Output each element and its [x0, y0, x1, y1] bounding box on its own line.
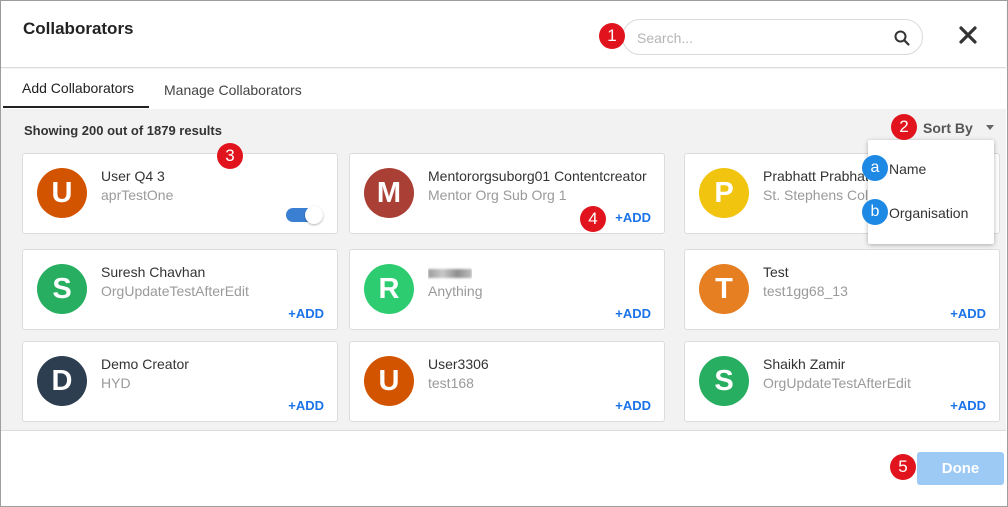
modal-title: Collaborators	[23, 19, 134, 38]
avatar: R	[364, 264, 414, 314]
toggle-knob	[305, 206, 323, 224]
collaborator-card[interactable]: M Mentororgsuborg01 Contentcreator Mento…	[349, 153, 665, 234]
collaborator-org: OrgUpdateTestAfterEdit	[101, 283, 249, 299]
sort-option-name[interactable]: Name	[889, 161, 926, 177]
collaborator-card[interactable]: T Test test1gg68_13 +ADD	[684, 249, 1000, 330]
search-icon[interactable]	[893, 29, 911, 47]
tab-bar: Add Collaborators Manage Collaborators	[1, 69, 1006, 109]
collaborator-org: OrgUpdateTestAfterEdit	[763, 375, 911, 391]
search-box[interactable]	[622, 19, 923, 55]
done-button[interactable]: Done	[917, 452, 1004, 485]
collaborator-org: Mentor Org Sub Org 1	[428, 187, 567, 203]
close-icon[interactable]	[956, 23, 980, 47]
avatar: U	[364, 356, 414, 406]
modal-header: Collaborators	[1, 1, 1006, 68]
annotation-marker-3: 3	[217, 143, 243, 169]
collaborator-card[interactable]: S Shaikh Zamir OrgUpdateTestAfterEdit +A…	[684, 341, 1000, 422]
collaborator-name: Suresh Chavhan	[101, 264, 206, 280]
add-collaborator-button[interactable]: +ADD	[615, 210, 651, 225]
collaborator-card[interactable]: R Anything +ADD	[349, 249, 665, 330]
collaborator-org: HYD	[101, 375, 131, 391]
collaborator-name: User Q4 3	[101, 168, 165, 184]
redaction-blur	[428, 268, 472, 278]
collaborator-org: test168	[428, 375, 474, 391]
add-collaborator-button[interactable]: +ADD	[950, 306, 986, 321]
tab-add-collaborators[interactable]: Add Collaborators	[22, 80, 134, 96]
tab-manage-collaborators[interactable]: Manage Collaborators	[164, 82, 302, 98]
annotation-marker-1: 1	[599, 23, 625, 49]
sort-by-button[interactable]: Sort By	[923, 120, 973, 136]
collaborator-card[interactable]: U User3306 test168 +ADD	[349, 341, 665, 422]
collaborator-card[interactable]: S Suresh Chavhan OrgUpdateTestAfterEdit …	[22, 249, 338, 330]
collaborator-name: Prabhatt Prabhatt	[763, 168, 873, 184]
collaborator-name: User3306	[428, 356, 489, 372]
avatar: U	[37, 168, 87, 218]
collaborator-name: Test	[763, 264, 789, 280]
active-tab-indicator	[3, 106, 149, 108]
add-collaborator-button[interactable]: +ADD	[615, 306, 651, 321]
collaborator-name: Shaikh Zamir	[763, 356, 846, 372]
collaborator-org: test1gg68_13	[763, 283, 848, 299]
avatar: D	[37, 356, 87, 406]
add-collaborator-button[interactable]: +ADD	[288, 398, 324, 413]
add-collaborator-button[interactable]: +ADD	[615, 398, 651, 413]
annotation-marker-5: 5	[890, 454, 916, 480]
redacted-collaborator-name	[428, 264, 472, 280]
sort-dropdown-menu: Name Organisation	[868, 140, 994, 244]
avatar: P	[699, 168, 749, 218]
modal-footer	[1, 432, 1006, 506]
collaborator-org: Anything	[428, 283, 483, 299]
search-input[interactable]	[637, 28, 877, 48]
annotation-marker-2: 2	[891, 114, 917, 140]
add-collaborator-button[interactable]: +ADD	[288, 306, 324, 321]
add-collaborator-button[interactable]: +ADD	[950, 398, 986, 413]
results-count: Showing 200 out of 1879 results	[24, 123, 222, 138]
annotation-marker-a: a	[862, 155, 888, 181]
collaborator-org: aprTestOne	[101, 187, 174, 203]
sort-option-organisation[interactable]: Organisation	[889, 205, 968, 221]
collaborator-name: Demo Creator	[101, 356, 189, 372]
annotation-marker-4: 4	[580, 206, 606, 232]
collaborator-card[interactable]: U User Q4 3 aprTestOne	[22, 153, 338, 234]
collaborator-card[interactable]: D Demo Creator HYD +ADD	[22, 341, 338, 422]
avatar: T	[699, 264, 749, 314]
avatar: S	[37, 264, 87, 314]
avatar: S	[699, 356, 749, 406]
chevron-down-icon[interactable]	[986, 125, 994, 130]
avatar: M	[364, 168, 414, 218]
collaborator-toggle[interactable]	[286, 206, 323, 224]
collaborator-name: Mentororgsuborg01 Contentcreator	[428, 168, 647, 184]
annotation-marker-b: b	[862, 199, 888, 225]
